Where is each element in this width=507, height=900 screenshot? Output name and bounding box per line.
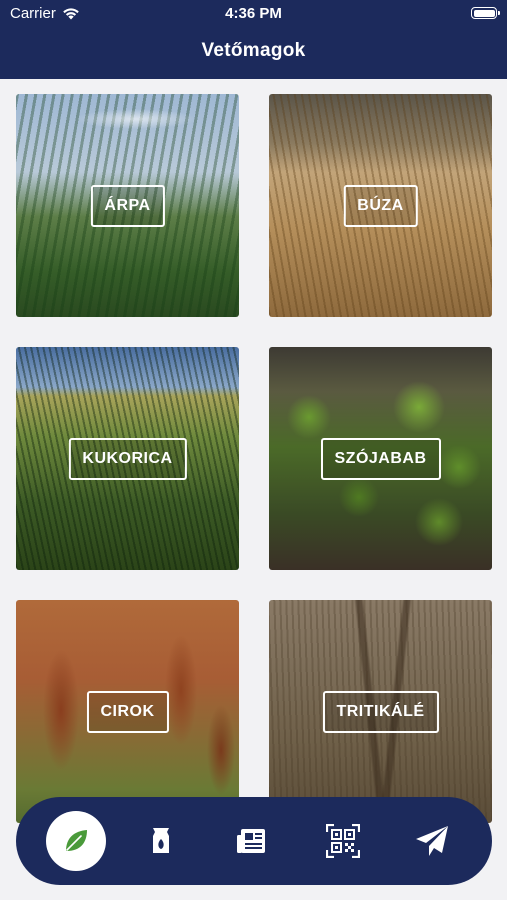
status-bar: Carrier 4:36 PM [0, 5, 507, 25]
category-label: ÁRPA [90, 184, 165, 227]
category-tile-szojabab[interactable]: SZÓJABAB [269, 347, 492, 570]
tab-scanner[interactable] [313, 811, 373, 871]
battery-icon [471, 7, 500, 19]
tab-seeds[interactable] [46, 811, 106, 871]
category-label: CIROK [86, 690, 169, 733]
category-tile-tritikale[interactable]: TRITIKÁLÉ [269, 600, 492, 823]
leaf-icon [66, 830, 87, 851]
seed-bag-icon [153, 828, 169, 853]
category-label: SZÓJABAB [320, 437, 441, 480]
clock: 4:36 PM [225, 5, 282, 22]
tab-news[interactable] [222, 811, 282, 871]
paper-plane-icon [416, 826, 448, 856]
app-header: Carrier 4:36 PM Vetőmagok [0, 0, 507, 79]
newspaper-icon [237, 829, 265, 853]
category-tile-kukorica[interactable]: KUKORICA [16, 347, 239, 570]
qr-code-icon [326, 824, 360, 858]
category-label: KUKORICA [68, 437, 187, 480]
category-tile-arpa[interactable]: ÁRPA [16, 94, 239, 317]
page-title: Vetőmagok [201, 40, 306, 61]
tab-bar [16, 797, 492, 885]
category-tile-cirok[interactable]: CIROK [16, 600, 239, 823]
category-tile-buza[interactable]: BÚZA [269, 94, 492, 317]
category-label: TRITIKÁLÉ [322, 690, 439, 733]
category-label: BÚZA [343, 184, 418, 227]
tab-products[interactable] [131, 811, 191, 871]
tab-contact[interactable] [402, 811, 462, 871]
